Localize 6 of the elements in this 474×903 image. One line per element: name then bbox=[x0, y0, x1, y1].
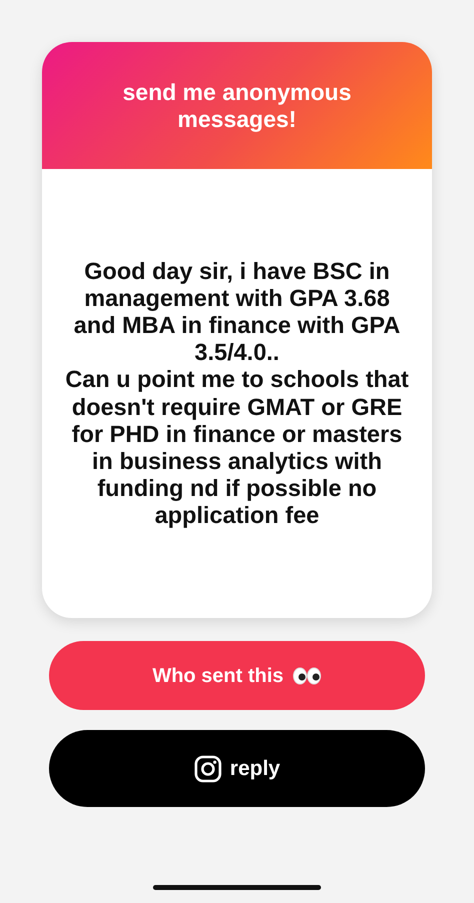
camera-icon bbox=[194, 754, 222, 782]
eyes-icon bbox=[292, 666, 322, 684]
reply-button[interactable]: reply bbox=[49, 730, 425, 807]
who-sent-button[interactable]: Who sent this bbox=[49, 641, 425, 710]
card-title: send me anonymous messages! bbox=[122, 79, 352, 132]
message-text: Good day sir, i have BSC in management with GPA 3.68 and MBA in finance with GPA 3.5/4.0.. Can u point me to schools that doesn't require GMAT or GRE for PHD in finance or masters in business analytics with funding nd if possible no application fee bbox=[64, 258, 410, 529]
